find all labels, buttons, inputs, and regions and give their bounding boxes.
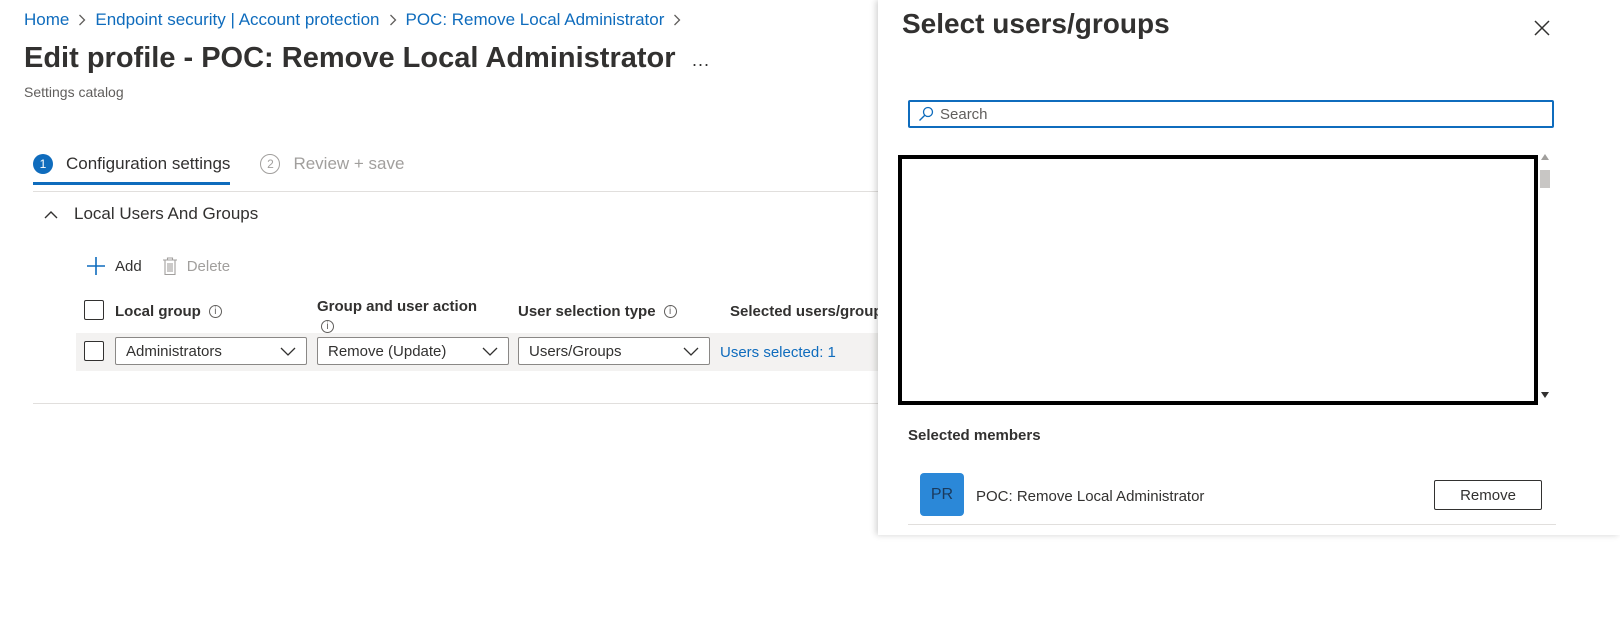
main-content: Home Endpoint security | Account protect… <box>0 0 910 642</box>
action-dropdown[interactable]: Remove (Update) <box>317 337 509 365</box>
info-icon[interactable]: i <box>663 304 677 318</box>
dropdown-value: Users/Groups <box>529 342 622 360</box>
trash-icon <box>162 257 177 276</box>
plus-icon <box>87 257 105 275</box>
column-selected-users: Selected users/group <box>730 300 883 322</box>
grid-header: Local group i Group and user action i Us… <box>84 296 910 336</box>
chevron-down-icon <box>482 347 498 356</box>
panel-title: Select users/groups <box>902 8 1170 39</box>
divider <box>33 403 910 404</box>
column-label: Group and user action <box>317 297 478 315</box>
info-icon[interactable]: i <box>208 304 222 318</box>
dropdown-value: Administrators <box>126 342 222 360</box>
member-name: POC: Remove Local Administrator <box>976 488 1205 505</box>
search-results-list[interactable] <box>898 155 1538 405</box>
delete-button[interactable]: Delete <box>162 256 230 276</box>
chevron-down-icon <box>683 347 699 356</box>
delete-label: Delete <box>186 257 231 275</box>
step-number: 1 <box>33 154 53 174</box>
scroll-down-icon[interactable] <box>1541 392 1549 398</box>
breadcrumb-profile[interactable]: POC: Remove Local Administrator <box>406 10 665 30</box>
step-label: Configuration settings <box>66 154 231 173</box>
step-label: Review + save <box>293 154 405 173</box>
column-label: Local group <box>115 302 201 320</box>
section-header-local-users[interactable]: Local Users And Groups <box>44 204 258 224</box>
column-label: User selection type <box>518 302 656 320</box>
column-action: Group and user action <box>317 296 477 316</box>
more-options-button[interactable]: ... <box>692 50 710 71</box>
remove-button[interactable]: Remove <box>1434 480 1542 510</box>
grid-toolbar: Add Delete <box>86 256 250 276</box>
results-scrollbar[interactable] <box>1538 152 1552 400</box>
search-input[interactable] <box>940 103 1552 125</box>
column-label: Selected users/group <box>730 302 883 320</box>
page-title: Edit profile - POC: Remove Local Adminis… <box>24 42 676 74</box>
chevron-down-icon <box>280 347 296 356</box>
chevron-right-icon <box>673 14 681 26</box>
table-row: Administrators Remove (Update) Users/Gro… <box>76 333 910 371</box>
breadcrumb: Home Endpoint security | Account protect… <box>24 10 690 30</box>
breadcrumb-home[interactable]: Home <box>24 10 69 30</box>
page-subtitle: Settings catalog <box>24 84 124 100</box>
wizard-step-configuration[interactable]: 1 Configuration settings <box>33 146 231 185</box>
row-checkbox[interactable] <box>84 341 104 361</box>
section-title: Local Users And Groups <box>74 204 259 223</box>
chevron-right-icon <box>78 14 86 26</box>
close-icon <box>1534 20 1550 36</box>
selection-type-dropdown[interactable]: Users/Groups <box>518 337 710 365</box>
column-selection-type: User selection type i <box>518 300 677 322</box>
local-group-dropdown[interactable]: Administrators <box>115 337 307 365</box>
selected-members-heading: Selected members <box>908 427 1041 444</box>
avatar: PR <box>920 473 964 516</box>
chevron-right-icon <box>389 14 397 26</box>
select-users-panel: Select users/groups Selected members PR … <box>878 0 1620 535</box>
wizard-steps: 1 Configuration settings 2 Review + save <box>33 146 434 185</box>
users-selected-link[interactable]: Users selected: 1 <box>720 344 836 361</box>
list-item: PR POC: Remove Local Administrator Remov… <box>908 466 1556 525</box>
column-local-group: Local group i <box>115 300 222 322</box>
scroll-thumb[interactable] <box>1540 170 1550 188</box>
scroll-up-icon[interactable] <box>1541 154 1549 160</box>
add-button[interactable]: Add <box>86 256 142 276</box>
search-icon <box>918 106 934 122</box>
add-label: Add <box>115 257 142 275</box>
close-button[interactable] <box>1532 18 1552 38</box>
step-number: 2 <box>260 154 281 174</box>
search-box <box>908 100 1554 128</box>
info-icon[interactable]: i <box>321 320 334 333</box>
select-all-checkbox[interactable] <box>84 300 104 320</box>
chevron-up-icon <box>44 210 58 219</box>
breadcrumb-account-protection[interactable]: Endpoint security | Account protection <box>95 10 379 30</box>
wizard-step-review[interactable]: 2 Review + save <box>260 146 404 182</box>
divider <box>33 191 910 192</box>
dropdown-value: Remove (Update) <box>328 342 447 360</box>
